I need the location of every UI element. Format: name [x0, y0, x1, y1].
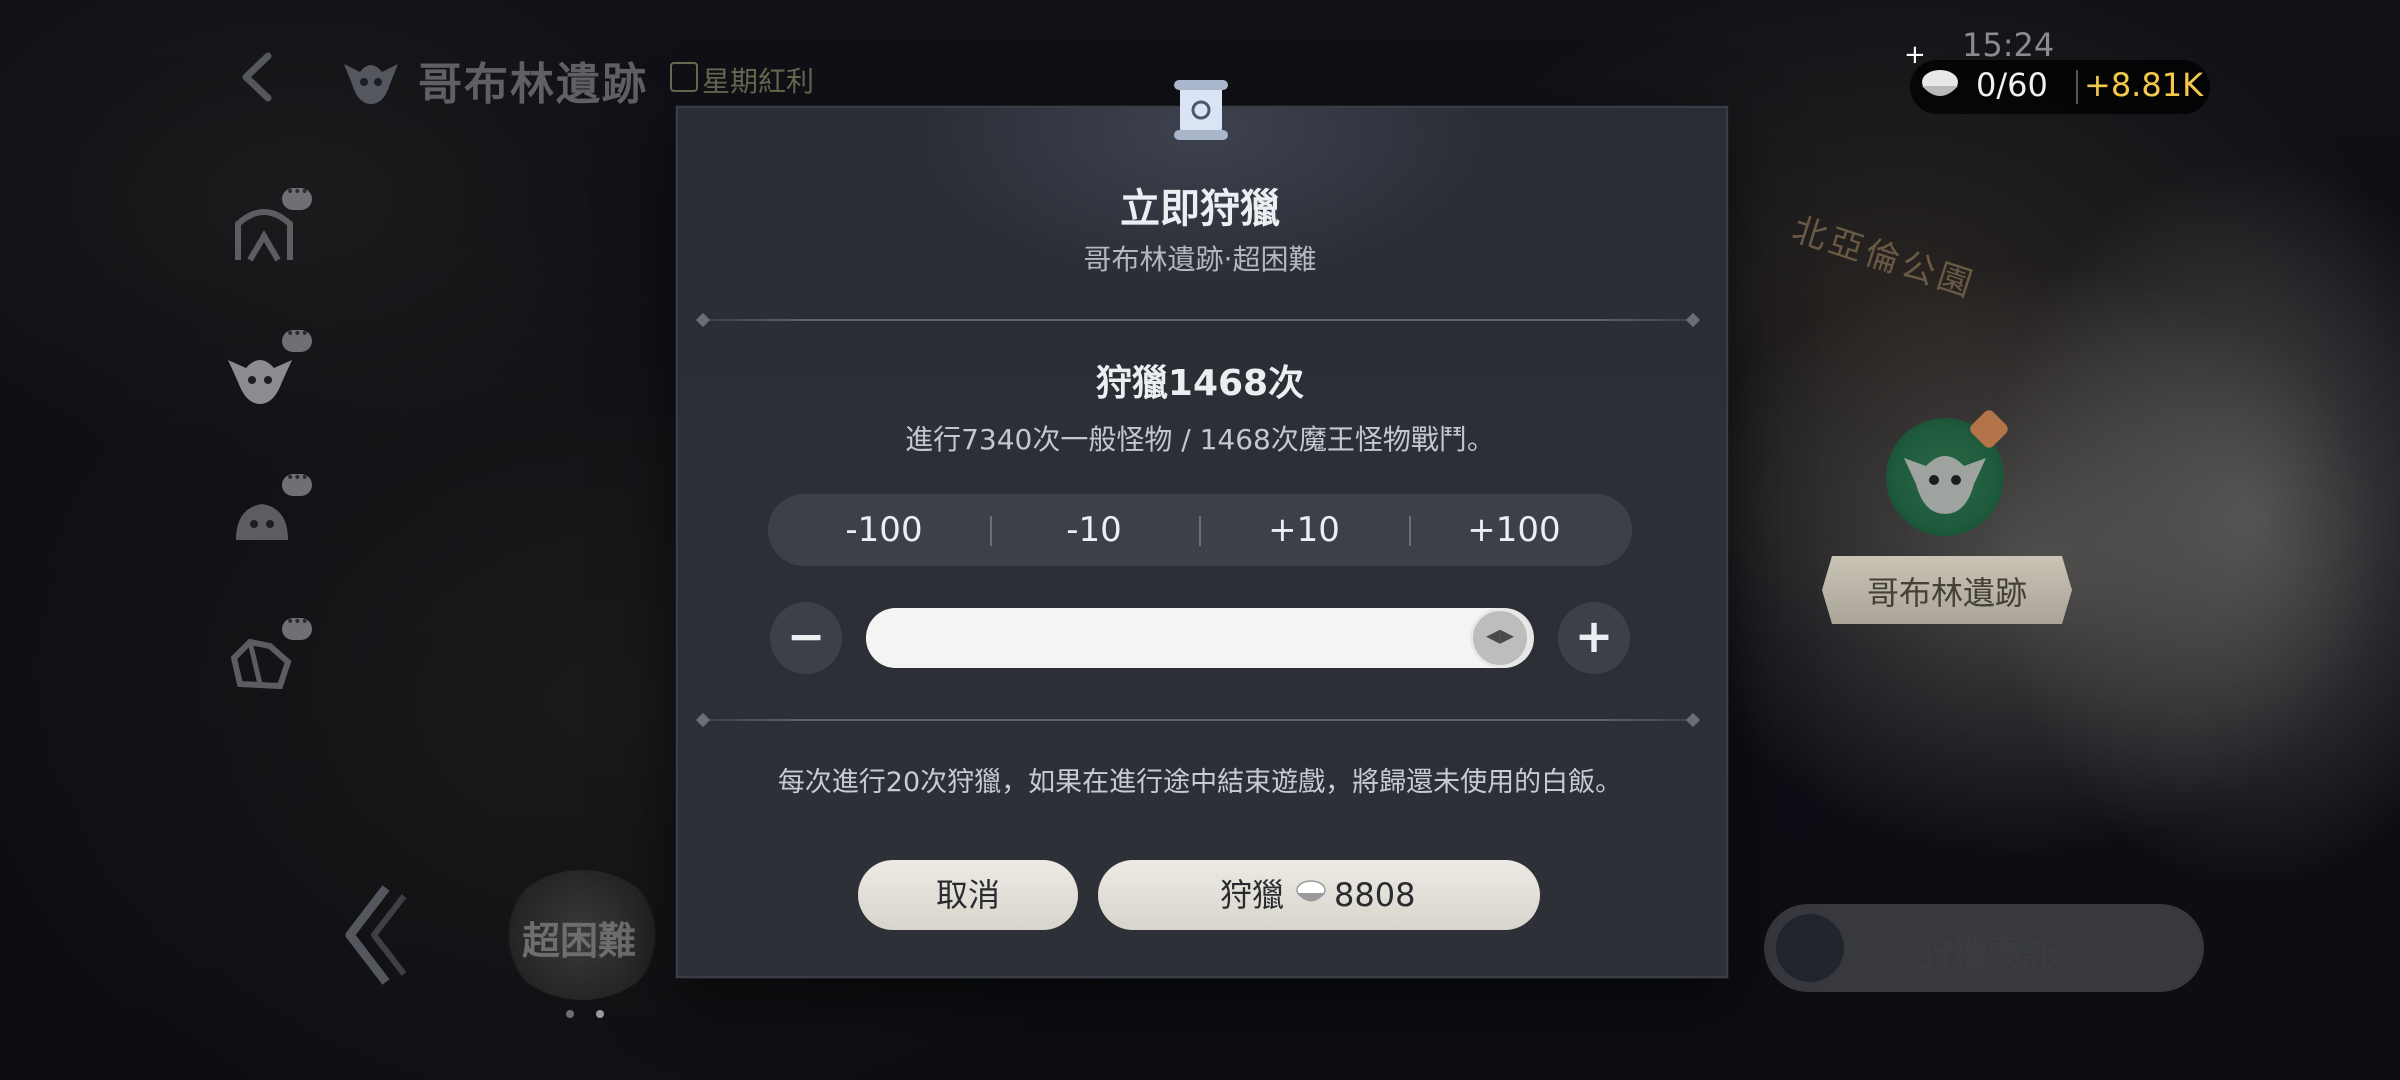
hunt-cost: 8808: [1334, 876, 1416, 914]
chat-bubble-icon: [282, 184, 312, 210]
event-label: 星期紅利: [702, 65, 815, 98]
hunt-commission-label: 狩獵委託: [1920, 934, 2056, 974]
sidebar-icon-goblin[interactable]: [224, 340, 296, 412]
scroll-icon: [1776, 914, 1844, 982]
page-indicator-dot-active: [596, 1010, 604, 1018]
step-minus-100-button[interactable]: -100: [784, 494, 984, 566]
step-separator: [990, 516, 992, 546]
step-plus-100-button[interactable]: +100: [1414, 494, 1614, 566]
divider: [702, 319, 1698, 321]
increment-button[interactable]: +: [1558, 602, 1630, 674]
map-location-label: 哥布林遺跡: [1866, 574, 2027, 612]
step-minus-10-button[interactable]: -10: [994, 494, 1194, 566]
goblin-head-icon: [344, 64, 398, 104]
event-icon: [670, 62, 698, 92]
hunt-count-label: 狩獵1468次: [1095, 363, 1305, 404]
currency-count: 0/60: [1976, 66, 2048, 104]
decrement-button[interactable]: −: [770, 602, 842, 674]
slider-drag-arrows-icon: ◂▸: [1485, 618, 1515, 651]
divider: [702, 719, 1698, 721]
chat-bubble-icon: [282, 326, 312, 352]
hunt-description: 進行7340次一般怪物 / 1468次魔王怪物戰鬥。: [905, 423, 1495, 456]
page-indicator-dot: [566, 1010, 574, 1018]
cancel-button[interactable]: 取消: [858, 860, 1078, 930]
back-arrow-icon[interactable]: [238, 52, 278, 102]
currency-separator: [2076, 70, 2078, 104]
step-separator: [1199, 516, 1201, 546]
previous-difficulty-arrow-icon[interactable]: [340, 880, 410, 990]
dialog-title: 立即狩獵: [1120, 186, 1280, 232]
scroll-icon: [1174, 80, 1228, 140]
difficulty-label: 超困難: [522, 919, 637, 963]
hunt-notice: 每次進行20次狩獵，如果在進行途中結束遊戲，將歸還未使用的白飯。: [777, 767, 1623, 798]
hunt-button-label: 狩獵: [1220, 876, 1285, 914]
slider-fill: [866, 608, 1530, 668]
step-plus-10-button[interactable]: +10: [1204, 494, 1404, 566]
currency-bonus: +8.81K: [2084, 66, 2204, 104]
clock: 15:24: [1962, 26, 2055, 64]
chat-bubble-icon: [282, 614, 312, 640]
rice-bowl-icon: [1296, 880, 1326, 902]
game-screen: 哥布林遺跡 星期紅利 超困難 + 15:24 0/60 +8.81K 北亞倫公園: [0, 0, 2400, 1080]
page-title: 哥布林遺跡: [418, 59, 648, 110]
dialog-subtitle: 哥布林遺跡‧超困難: [1083, 243, 1317, 276]
step-separator: [1409, 516, 1411, 546]
chat-bubble-icon: [282, 470, 312, 496]
rice-bowl-icon: [1922, 70, 1958, 96]
